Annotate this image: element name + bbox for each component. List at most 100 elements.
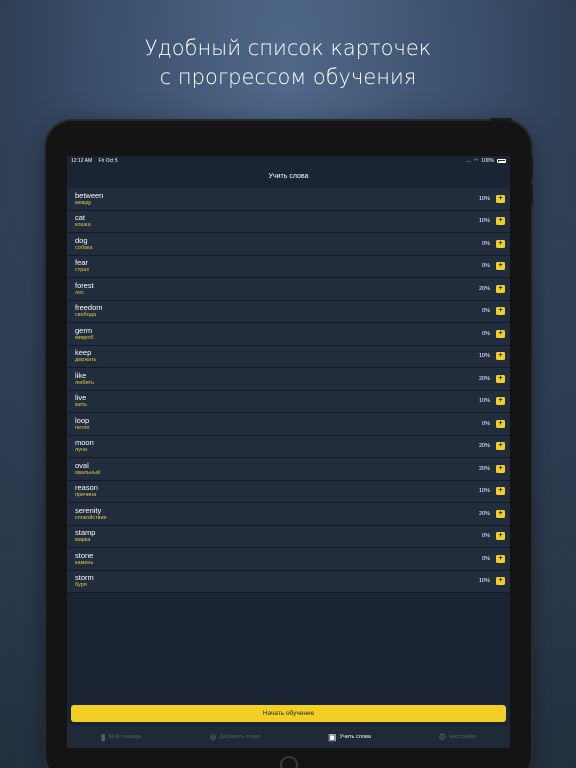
list-item[interactable]: loop петля 0% + <box>67 413 510 436</box>
list-item[interactable]: between между 10% + <box>67 188 510 211</box>
card-level-icon[interactable]: + <box>496 217 505 226</box>
card-level-icon[interactable]: + <box>496 487 505 496</box>
cards-icon: ▣ <box>328 731 337 742</box>
card-level-icon[interactable]: + <box>496 194 505 203</box>
battery-percent: 100% <box>481 158 494 164</box>
volume-button <box>530 184 533 206</box>
word-pair: fear страх <box>75 258 89 274</box>
headline-line-2: с прогрессом обучения <box>159 65 417 89</box>
progress-percent: 20% <box>478 510 490 517</box>
list-item[interactable]: stamp марка 0% + <box>67 525 510 548</box>
page-title: Учить слова <box>268 173 309 180</box>
list-item[interactable]: freedom свобода 0% + <box>67 300 510 323</box>
word-translation: марка <box>75 537 91 544</box>
word-translation: жить <box>75 402 88 409</box>
word-translation: страх <box>75 267 90 274</box>
status-bar: 12:12 AM Fri Oct 5 ... ◠ 100% <box>67 156 510 166</box>
power-button <box>490 118 512 121</box>
list-item[interactable]: like любить 20% + <box>67 368 510 391</box>
card-level-icon[interactable]: + <box>496 374 505 383</box>
card-level-icon[interactable]: + <box>496 307 505 316</box>
word-translation: камень <box>75 559 94 566</box>
progress-percent: 10% <box>478 218 490 225</box>
list-item[interactable]: reason причина 10% + <box>67 480 510 503</box>
word-english: loop <box>75 415 90 425</box>
progress-percent: 20% <box>478 443 490 450</box>
list-item[interactable]: serenity спокойствие 20% + <box>67 503 510 526</box>
card-level-icon[interactable]: + <box>496 397 505 406</box>
word-translation: овальный <box>75 469 101 476</box>
list-item[interactable]: keep держать 10% + <box>67 345 510 368</box>
start-learning-button[interactable]: Начать обучение <box>71 705 506 722</box>
word-pair: oval овальный <box>75 461 100 477</box>
list-item[interactable]: moon луна 20% + <box>67 435 510 458</box>
tab-bar: ▮ Мой словарь ⊕ Добавить слово ▣ Учить слова ⚙… <box>67 726 510 748</box>
app-screen: 12:12 AM Fri Oct 5 ... ◠ 100% Учить слов… <box>67 156 510 748</box>
progress-percent: 0% <box>482 555 490 562</box>
progress-percent: 0% <box>482 533 490 540</box>
word-pair: stamp марка <box>75 528 95 544</box>
word-pair: germ микроб <box>75 326 94 342</box>
progress-group: 0% + <box>482 554 505 563</box>
progress-group: 0% + <box>482 532 505 541</box>
home-button[interactable] <box>280 756 298 768</box>
progress-group: 0% + <box>482 239 505 248</box>
progress-percent: 20% <box>478 285 490 292</box>
tab-gear[interactable]: ⚙ Настройки <box>438 732 476 743</box>
card-level-icon[interactable]: + <box>496 464 505 473</box>
list-item[interactable]: fear страх 0% + <box>67 255 510 278</box>
word-translation: лес <box>75 289 85 296</box>
list-item[interactable]: forest лес 20% + <box>67 278 510 301</box>
progress-group: 0% + <box>482 262 505 271</box>
card-level-icon[interactable]: + <box>496 329 505 338</box>
tab-cards[interactable]: ▣ Учить слова <box>328 732 371 743</box>
signal-icon: ... <box>466 158 471 164</box>
card-level-icon[interactable]: + <box>496 239 505 248</box>
list-item[interactable]: germ микроб 0% + <box>67 323 510 346</box>
word-english: cat <box>75 213 86 223</box>
word-translation: держать <box>75 357 97 364</box>
word-pair: freedom свобода <box>75 303 103 319</box>
headline-line-1: Удобный список карточек <box>144 36 432 60</box>
card-level-icon[interactable]: + <box>496 262 505 271</box>
tab-label: Мой словарь <box>108 734 142 740</box>
card-level-icon[interactable]: + <box>496 554 505 563</box>
tab-add-circle[interactable]: ⊕ Добавить слово <box>209 732 260 743</box>
word-translation: причина <box>75 492 97 499</box>
word-english: reason <box>75 483 98 493</box>
word-pair: loop петля <box>75 416 89 432</box>
card-level-icon[interactable]: + <box>496 352 505 361</box>
list-item[interactable]: live жить 10% + <box>67 390 510 413</box>
list-item[interactable]: dog собака 0% + <box>67 233 510 256</box>
word-pair: stone камень <box>75 551 93 567</box>
card-level-icon[interactable]: + <box>496 442 505 451</box>
list-item[interactable]: cat кошка 10% + <box>67 210 510 233</box>
word-english: serenity <box>75 505 102 515</box>
list-item[interactable]: storm буря 10% + <box>67 570 510 593</box>
progress-percent: 0% <box>482 263 490 270</box>
word-english: dog <box>75 235 88 245</box>
word-pair: between между <box>75 191 103 207</box>
list-item[interactable]: stone камень 0% + <box>67 548 510 571</box>
add-circle-icon: ⊕ <box>209 731 217 742</box>
word-translation: петля <box>75 424 90 431</box>
gear-icon: ⚙ <box>438 731 447 742</box>
word-pair: forest лес <box>75 281 94 297</box>
card-level-icon[interactable]: + <box>496 577 505 586</box>
progress-group: 10% + <box>478 217 505 226</box>
card-level-icon[interactable]: + <box>496 284 505 293</box>
card-level-icon[interactable]: + <box>496 532 505 541</box>
word-english: moon <box>75 438 94 448</box>
card-level-icon[interactable]: + <box>496 419 505 428</box>
word-translation: луна <box>75 447 88 454</box>
word-pair: keep держать <box>75 348 96 364</box>
progress-group: 10% + <box>479 194 505 203</box>
word-translation: буря <box>75 582 87 589</box>
tab-book[interactable]: ▮ Мой словарь <box>101 732 142 743</box>
list-item[interactable]: oval овальный 20% + <box>67 458 510 481</box>
progress-percent: 0% <box>482 330 490 337</box>
card-level-icon[interactable]: + <box>496 509 505 518</box>
progress-percent: 0% <box>482 420 490 427</box>
word-pair: reason причина <box>75 483 98 499</box>
progress-percent: 10% <box>478 398 490 405</box>
